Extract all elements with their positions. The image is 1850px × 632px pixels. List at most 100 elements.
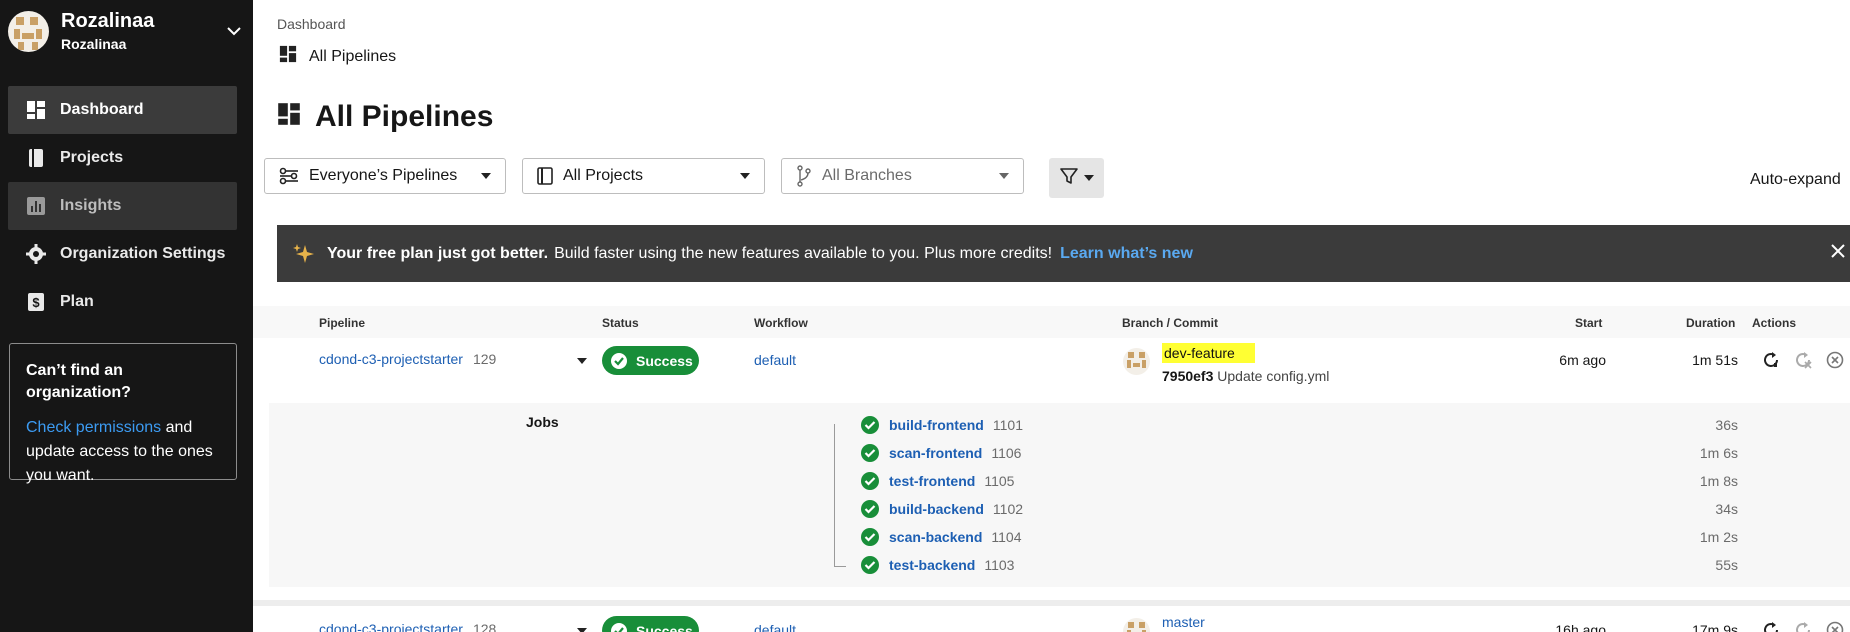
check-circle-icon <box>860 443 880 463</box>
status-badge[interactable]: Success <box>602 616 699 632</box>
jobs-label: Jobs <box>526 414 559 430</box>
help-title: Can’t find an organization? <box>26 362 131 401</box>
duration: 17m 9s <box>1692 622 1738 632</box>
job-item[interactable]: scan-backend 1104 <box>860 526 1021 548</box>
dashboard-icon <box>279 45 297 68</box>
job-name[interactable]: test-backend <box>889 557 975 573</box>
sidebar-item-insights[interactable]: Insights <box>8 182 237 230</box>
job-duration: 55s <box>1715 557 1738 573</box>
org-avatar <box>8 10 49 52</box>
chevron-down-icon[interactable] <box>222 19 246 43</box>
row-divider <box>253 600 1850 606</box>
filter-button[interactable] <box>1049 158 1104 198</box>
jobs-tree-line <box>834 424 835 567</box>
banner-headline: Your free plan just got better. <box>327 244 549 262</box>
rerun-failed-icon[interactable] <box>1793 620 1813 632</box>
check-circle-icon <box>860 415 880 435</box>
job-item[interactable]: test-frontend 1105 <box>860 470 1014 492</box>
auto-expand-toggle[interactable]: Auto-expand <box>1750 171 1841 189</box>
breadcrumb-page-label: All Pipelines <box>309 47 397 65</box>
table-row: cdond-c3-projectstarter 128 Success defau… <box>253 608 1850 632</box>
filter-icon <box>1059 167 1078 190</box>
col-status: Status <box>602 316 639 330</box>
sparkle-icon <box>293 243 315 265</box>
pipeline-link[interactable]: cdond-c3-projectstarter <box>319 351 463 367</box>
col-actions: Actions <box>1752 316 1797 330</box>
expand-caret-icon[interactable] <box>577 628 587 632</box>
workflow-link[interactable]: default <box>754 352 796 368</box>
job-name[interactable]: scan-backend <box>889 529 982 545</box>
help-text: Check permissions and update access to t… <box>26 416 220 488</box>
commit-hash[interactable]: 7950ef3 <box>1162 368 1213 384</box>
job-name[interactable]: build-frontend <box>889 417 984 433</box>
sidebar-item-label: Dashboard <box>60 101 144 118</box>
pipelines-dropdown-value: Everyone’s Pipelines <box>309 167 458 184</box>
pipeline-link[interactable]: cdond-c3-projectstarter <box>319 621 463 632</box>
branch-name[interactable]: master <box>1162 614 1205 630</box>
check-circle-icon <box>860 471 880 491</box>
rerun-icon[interactable] <box>1761 350 1781 370</box>
git-branch-icon <box>796 165 812 187</box>
jobs-panel <box>269 403 1850 587</box>
sidebar-item-label: Projects <box>60 149 124 166</box>
check-circle-icon <box>860 555 880 575</box>
cancel-icon[interactable] <box>1825 620 1845 632</box>
col-pipeline: Pipeline <box>319 316 366 330</box>
learn-whats-new-link[interactable]: Learn what’s new <box>1060 245 1193 263</box>
breadcrumb[interactable]: Dashboard <box>277 16 346 32</box>
pipeline-name[interactable]: cdond-c3-projectstarter 129 <box>319 351 496 367</box>
gear-icon <box>26 244 46 264</box>
cancel-icon[interactable] <box>1825 350 1845 370</box>
job-item[interactable]: build-backend 1102 <box>860 498 1023 520</box>
table-row: cdond-c3-projectstarter 129 Success defau… <box>253 338 1850 406</box>
branches-dropdown[interactable]: All Branches <box>781 158 1024 194</box>
status-badge[interactable]: Success <box>602 346 699 375</box>
branches-dropdown-value: All Branches <box>822 167 912 184</box>
caret-down-icon <box>740 173 750 179</box>
job-name[interactable]: test-frontend <box>889 473 975 489</box>
status-label: Success <box>636 352 693 369</box>
org-switcher[interactable]: Rozalinaa Rozalinaa <box>8 8 246 54</box>
sidebar-item-dashboard[interactable]: Dashboard <box>8 86 237 134</box>
avatar <box>1123 348 1150 375</box>
expand-caret-icon[interactable] <box>577 358 587 364</box>
pipeline-name[interactable]: cdond-c3-projectstarter 128 <box>319 621 496 632</box>
start-time: 16h ago <box>1555 622 1606 632</box>
job-name[interactable]: build-backend <box>889 501 984 517</box>
page-title-text: All Pipelines <box>315 100 494 133</box>
svg-text:$: $ <box>32 295 40 310</box>
sidebar-item-projects[interactable]: Projects <box>8 134 237 182</box>
col-workflow: Workflow <box>754 316 808 330</box>
check-circle-icon <box>610 622 628 632</box>
caret-down-icon <box>999 173 1009 179</box>
rerun-icon[interactable] <box>1761 620 1781 632</box>
job-number: 1101 <box>992 417 1023 433</box>
dashboard-icon <box>277 100 301 134</box>
job-item[interactable]: scan-frontend 1106 <box>860 442 1021 464</box>
pipelines-dropdown[interactable]: Everyone’s Pipelines <box>264 158 506 194</box>
check-permissions-link[interactable]: Check permissions <box>26 419 161 436</box>
close-icon[interactable] <box>1830 243 1850 263</box>
table-header: Pipeline Status Workflow Branch / Commit… <box>253 306 1850 338</box>
col-start: Start <box>1575 316 1603 330</box>
col-branch: Branch / Commit <box>1122 316 1219 330</box>
job-name[interactable]: scan-frontend <box>889 445 982 461</box>
check-circle-icon <box>860 527 880 547</box>
sidebar-item-organization-settings[interactable]: Organization Settings <box>8 230 237 278</box>
sidebar: Rozalinaa Rozalinaa Dashboard Projects I… <box>0 0 253 632</box>
org-help-box: Can’t find an organization? Check permis… <box>9 343 237 484</box>
org-name: Rozalinaa <box>61 9 155 32</box>
job-duration: 36s <box>1715 417 1738 433</box>
job-number: 1102 <box>992 501 1024 517</box>
workflow-link[interactable]: default <box>754 622 796 632</box>
caret-down-icon <box>1083 175 1094 181</box>
projects-dropdown[interactable]: All Projects <box>522 158 765 194</box>
branch-name[interactable]: dev-feature <box>1162 343 1255 363</box>
projects-dropdown-value: All Projects <box>563 167 644 184</box>
sidebar-item-plan[interactable]: $ Plan <box>8 278 237 326</box>
rerun-failed-icon[interactable] <box>1793 350 1813 370</box>
org-username: Rozalinaa <box>61 35 127 52</box>
commit-message: Update config.yml <box>1217 368 1330 384</box>
job-item[interactable]: test-backend 1103 <box>860 554 1014 576</box>
job-item[interactable]: build-frontend 1101 <box>860 414 1023 436</box>
